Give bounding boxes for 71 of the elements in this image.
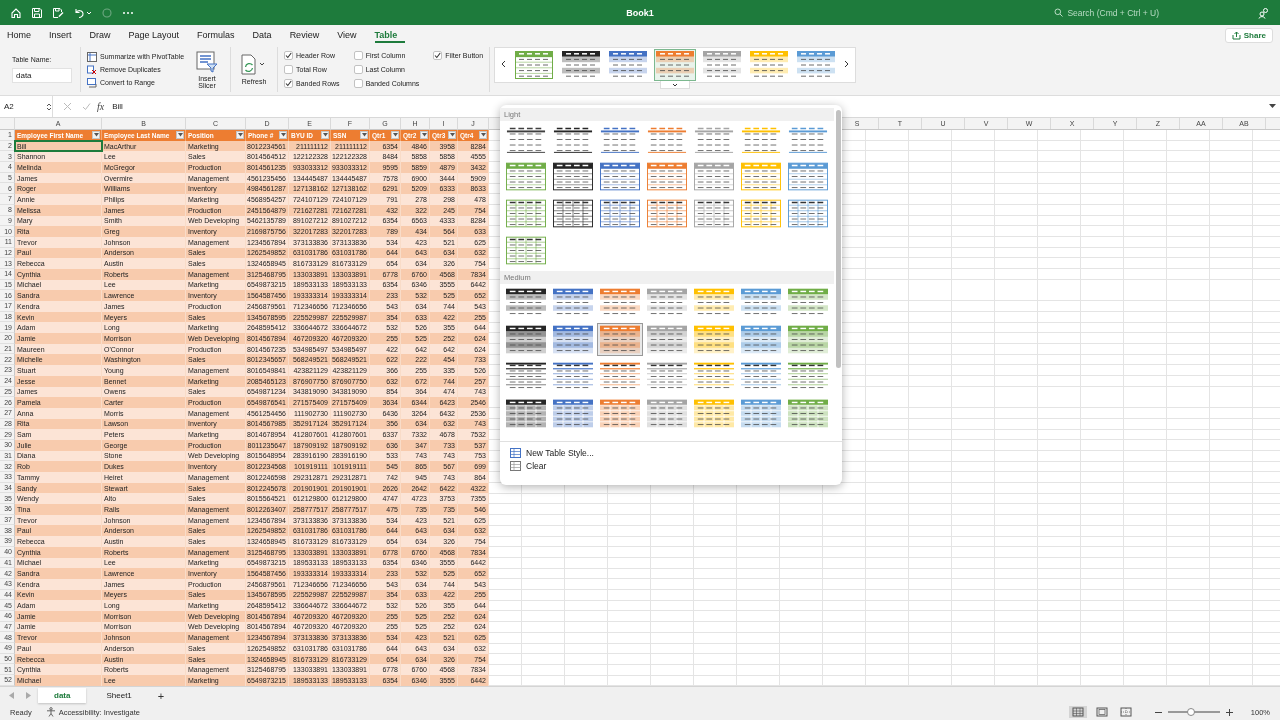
window-title: Book1 <box>626 7 654 18</box>
table-range-icon <box>87 77 97 88</box>
share-button[interactable]: Share <box>1224 27 1273 43</box>
normal-view-button[interactable] <box>1068 706 1087 718</box>
undo-icon[interactable] <box>73 6 85 19</box>
grid-icon <box>1071 707 1084 717</box>
ribbon-tab[interactable]: View <box>337 27 365 43</box>
table-name-field[interactable]: data <box>12 68 72 83</box>
zoom-slider-thumb[interactable] <box>1187 708 1196 716</box>
add-sheet-button[interactable]: + <box>151 689 171 702</box>
filter-button[interactable] <box>321 131 329 140</box>
page-icon <box>1095 707 1108 717</box>
accessibility-icon <box>45 707 56 717</box>
people-icon[interactable] <box>1258 6 1270 19</box>
dropdown-arrow-icon <box>280 133 286 138</box>
chevron-down-icon <box>672 82 679 87</box>
filter-button[interactable] <box>420 131 428 140</box>
menu-item[interactable]: Clear <box>510 461 832 471</box>
ribbon-tab[interactable]: Home <box>7 27 39 43</box>
scroll-left-icon[interactable] <box>501 60 507 68</box>
zoom-in-icon[interactable] <box>1225 708 1233 716</box>
dropdown-arrow-icon <box>361 133 367 138</box>
slicer-icon <box>196 50 219 73</box>
table-style-option[interactable] <box>550 160 596 193</box>
filter-button[interactable] <box>279 131 287 140</box>
filter-button[interactable] <box>176 131 184 140</box>
ribbon-tab[interactable]: Page Layout <box>128 27 188 43</box>
search-field[interactable]: Search (Cmd + Ctrl + U) <box>1054 7 1159 18</box>
filter-button[interactable] <box>448 131 456 140</box>
remove-duplicates-icon <box>87 64 97 75</box>
formula-value[interactable]: Bill <box>112 102 1269 111</box>
name-box[interactable]: A2 <box>0 96 53 117</box>
ribbon-tab[interactable]: Data <box>252 27 280 43</box>
ribbon-tab[interactable]: Insert <box>49 27 80 43</box>
filter-button[interactable] <box>92 131 100 140</box>
menu-item[interactable]: New Table Style... <box>510 448 832 458</box>
ribbon-tab[interactable]: Draw <box>89 27 119 43</box>
save-edit-icon[interactable] <box>52 6 64 19</box>
home-icon[interactable] <box>10 6 22 19</box>
table-icon <box>510 461 521 471</box>
sheet-tab[interactable]: data <box>38 688 87 703</box>
dropdown-arrow-icon <box>421 133 427 138</box>
table-style-option[interactable] <box>503 323 549 356</box>
table-style-option[interactable] <box>550 197 596 230</box>
pivot-table-icon <box>87 51 97 62</box>
save-icon[interactable] <box>31 6 43 19</box>
dashed-grid-icon <box>1119 707 1132 717</box>
filter-button[interactable] <box>479 131 487 140</box>
dropdown-arrow-icon <box>237 133 243 138</box>
function-label[interactable]: fx <box>97 101 105 112</box>
ribbon-tab[interactable]: Formulas <box>197 27 243 43</box>
scroll-right-icon[interactable] <box>844 60 850 68</box>
sheet-tab[interactable]: Sheet1 <box>90 688 148 703</box>
filter-button[interactable] <box>236 131 244 140</box>
filter-button[interactable] <box>391 131 399 140</box>
checkbox[interactable] <box>433 51 443 60</box>
scrollbar-thumb[interactable] <box>836 110 841 368</box>
filter-button[interactable] <box>360 131 368 140</box>
dropdown-arrow-icon <box>480 133 486 138</box>
expand-icon[interactable] <box>1269 104 1276 109</box>
dropdown-arrow-icon <box>93 133 99 138</box>
dropdown-arrow-icon <box>177 133 183 138</box>
dropdown-arrow-icon <box>322 133 328 138</box>
share-icon <box>1231 30 1241 40</box>
ribbon-tab[interactable]: Review <box>289 27 328 43</box>
dropdown-arrow-icon <box>392 133 398 138</box>
search-icon <box>1054 8 1064 17</box>
ribbon-tab[interactable]: Table <box>374 27 406 43</box>
table-icon <box>510 448 521 458</box>
dropdown-arrow-icon <box>449 133 455 138</box>
table-style-option[interactable] <box>503 397 549 430</box>
